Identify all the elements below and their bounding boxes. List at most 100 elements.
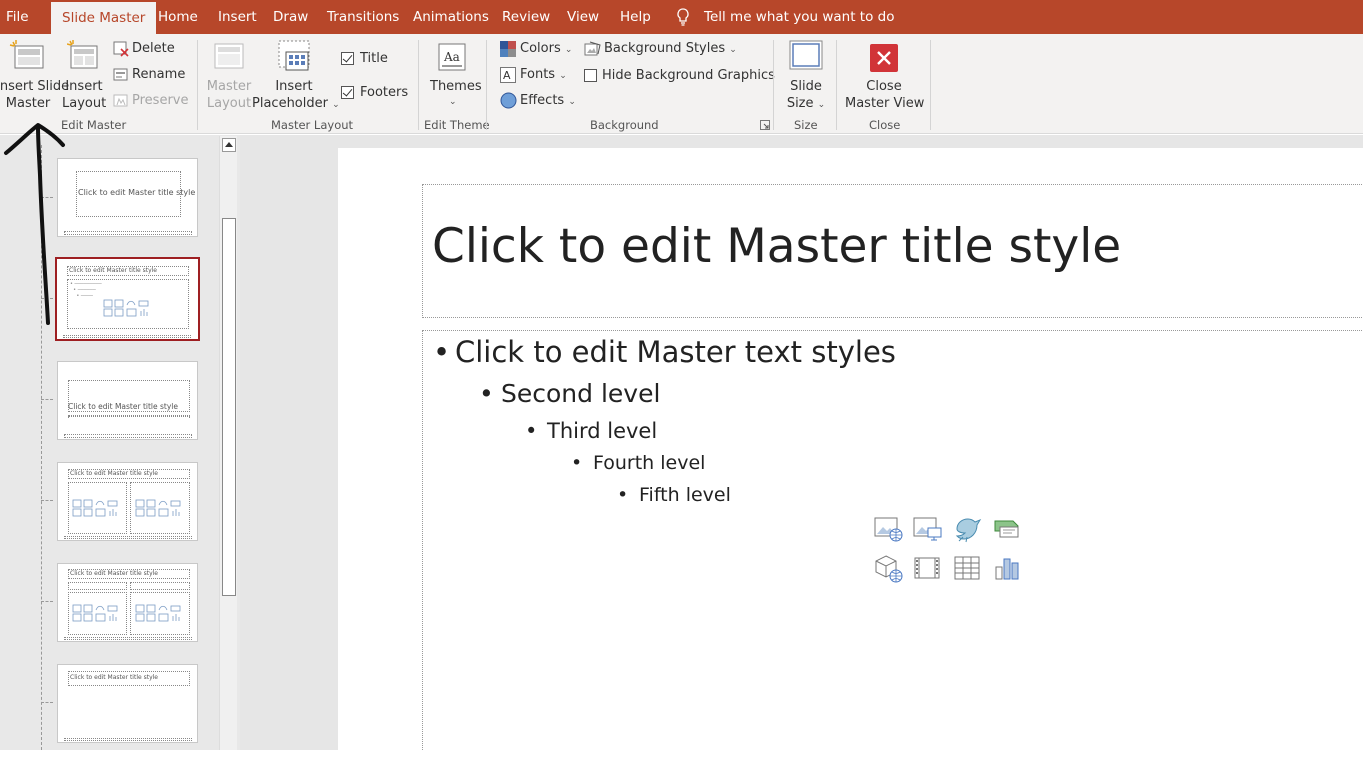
thumb-title: Click to edit Master title style [70,470,158,477]
colors-icon [500,41,516,57]
close-master-view-button[interactable]: Close Master View [845,78,924,112]
thumb-title: Click to edit Master title style [69,267,157,274]
edit-master-group-label: Edit Master [61,118,127,132]
thumb-footer-placeholder [64,637,192,640]
fonts-label: Fonts [520,67,556,82]
colors-label: Colors [520,41,561,56]
colors-button[interactable]: Colors ⌄ [520,40,572,59]
edit-theme-group-label: Edit Theme [424,118,490,132]
slide-editing-canvas: Click to edit Master title style Click t… [240,135,1363,770]
delete-icon [113,41,129,57]
tab-animations[interactable]: Animations [413,0,489,34]
thumb-footer-placeholder [63,335,191,338]
insert-slide-master-label-1: Insert Slide [0,79,70,94]
rename-button[interactable]: Rename [132,66,185,84]
content-placeholder[interactable]: Click to edit Master text styles Second … [422,330,1363,770]
thumb-text-placeholder [68,415,190,417]
master-layout-button[interactable]: Master Layout [206,78,252,112]
bottom-margin [0,750,1363,781]
text-level-2: Second level [479,379,660,408]
tab-transitions[interactable]: Transitions [327,0,399,34]
content-icons [72,499,120,517]
insert-screenshot-icon[interactable] [913,515,943,543]
delete-button[interactable]: Delete [132,40,175,58]
insert-chart-icon[interactable] [992,555,1022,583]
thumbnail-title-only[interactable]: Click to edit Master title style [57,664,198,743]
thumb-title: Click to edit Master title style [70,570,158,577]
text-level-1: Click to edit Master text styles [433,335,896,369]
text-level-4: Fourth level [571,452,706,474]
menu-bar: File Slide Master Home Insert Draw Trans… [0,0,1363,34]
rename-icon [113,67,129,83]
slide-size-label-2: Size [786,96,814,111]
insert-icon-bird-icon[interactable] [953,515,983,543]
footers-checkbox[interactable] [341,86,354,99]
hide-background-graphics-checkbox[interactable] [584,69,597,82]
thumbnail-comparison[interactable]: Click to edit Master title style [57,563,198,642]
chevron-down-icon: ⌄ [564,45,573,55]
tab-slide-master[interactable]: Slide Master [51,2,157,34]
content-icons [103,299,151,317]
chevron-down-icon: ⌄ [729,45,737,55]
effects-icon [500,92,517,109]
background-styles-button[interactable]: Background Styles ⌄ [604,40,737,59]
thumb-footer-placeholder [64,536,192,539]
master-slide[interactable]: Click to edit Master title style Click t… [338,148,1363,770]
chevron-down-icon: ⌄ [332,100,340,110]
tree-connector [41,601,53,602]
tell-me-search[interactable]: Tell me what you want to do [704,0,894,34]
thumbnail-section-header[interactable]: Click to edit Master title style [57,361,198,440]
preserve-button[interactable]: Preserve [132,92,188,110]
tab-help[interactable]: Help [620,0,651,34]
insert-picture-icon[interactable] [874,515,904,543]
slide-size-label-1: Slide [790,79,822,94]
close-master-view-icon [870,44,898,72]
tree-connector [41,500,53,501]
thumbnail-scrollbar[interactable] [219,136,237,750]
insert-layout-button[interactable]: Insert Layout [62,78,106,112]
thumbnail-two-content[interactable]: Click to edit Master title style [57,462,198,541]
scroll-up-arrow-icon[interactable] [222,138,236,152]
tab-view[interactable]: View [567,0,599,34]
title-checkbox-label: Title [360,51,388,66]
effects-label: Effects [520,93,565,108]
thumb-left-heading [68,582,127,590]
themes-button[interactable]: Themes [430,78,482,96]
insert-video-icon[interactable] [913,555,943,583]
insert-slide-master-icon [9,40,45,72]
ribbon-divider [836,40,837,130]
chevron-down-icon: ⌄ [559,71,567,81]
size-group-label: Size [794,118,818,132]
content-icons [72,604,120,622]
insert-3d-model-icon[interactable] [874,554,904,584]
thumb-title: Click to edit Master title style [78,188,196,197]
fonts-button[interactable]: Fonts ⌄ [520,66,567,85]
thumbnail-title-slide[interactable]: Click to edit Master title style [57,158,198,237]
dialog-launcher-icon[interactable] [760,120,770,130]
title-placeholder[interactable]: Click to edit Master title style [422,184,1363,318]
tab-review[interactable]: Review [502,0,550,34]
tab-draw[interactable]: Draw [273,0,308,34]
insert-placeholder-button[interactable]: Insert Placeholder ⌄ [252,78,340,114]
scrollbar-thumb[interactable] [222,218,236,596]
text-level-3: Third level [525,419,657,443]
title-checkbox[interactable] [341,52,354,65]
insert-placeholder-label-1: Insert [275,79,313,94]
insert-table-icon[interactable] [953,555,983,583]
tab-file[interactable]: File [6,0,29,34]
tab-insert[interactable]: Insert [218,0,257,34]
content-icons [135,499,183,517]
content-icons [135,604,183,622]
tab-home[interactable]: Home [158,0,198,34]
thumb-bullets: • ───────── • ────── • ──── [70,281,102,299]
thumbnail-title-and-content[interactable]: Click to edit Master title style • ─────… [55,257,200,341]
insert-slide-master-button[interactable]: Insert Slide Master [0,78,70,112]
effects-button[interactable]: Effects ⌄ [520,92,576,111]
background-styles-icon [584,41,602,57]
slide-size-button[interactable]: Slide Size ⌄ [785,78,827,114]
slide-size-icon [789,40,823,72]
close-group-label: Close [869,118,901,132]
insert-smartart-icon[interactable] [992,515,1022,543]
ribbon-divider [197,40,198,130]
chevron-down-icon: ⌄ [449,97,457,107]
